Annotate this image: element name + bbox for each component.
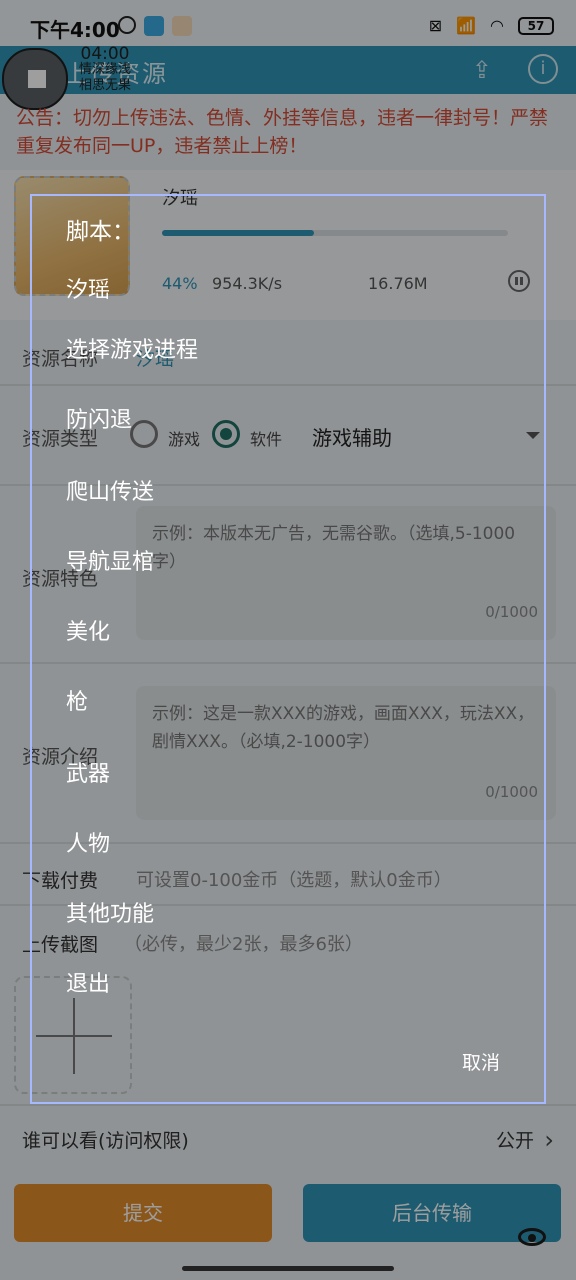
- menu-item-beautify[interactable]: 美化: [66, 614, 110, 646]
- menu-item-exit[interactable]: 退出: [66, 966, 110, 998]
- script-menu: 脚本： 汐瑶 选择游戏进程 防闪退 爬山传送 导航显棺 美化 枪 武器 人物 其…: [30, 194, 546, 1104]
- menu-item-climb-teleport[interactable]: 爬山传送: [66, 474, 154, 506]
- cancel-button[interactable]: 取消: [462, 1048, 500, 1075]
- eye-icon[interactable]: [518, 1228, 546, 1246]
- menu-item-select-process[interactable]: 选择游戏进程: [66, 332, 198, 364]
- menu-item-weapon[interactable]: 武器: [66, 756, 110, 788]
- menu-title: 脚本：: [66, 219, 135, 245]
- menu-item-anti-crash[interactable]: 防闪退: [66, 402, 132, 434]
- menu-item-other[interactable]: 其他功能: [66, 896, 154, 928]
- menu-item-character[interactable]: 人物: [66, 826, 110, 858]
- menu-item-nav-display[interactable]: 导航显棺: [66, 544, 154, 576]
- menu-item-xiyao[interactable]: 汐瑶: [66, 272, 110, 304]
- home-indicator[interactable]: [182, 1266, 394, 1271]
- menu-item-gun[interactable]: 枪: [66, 684, 88, 716]
